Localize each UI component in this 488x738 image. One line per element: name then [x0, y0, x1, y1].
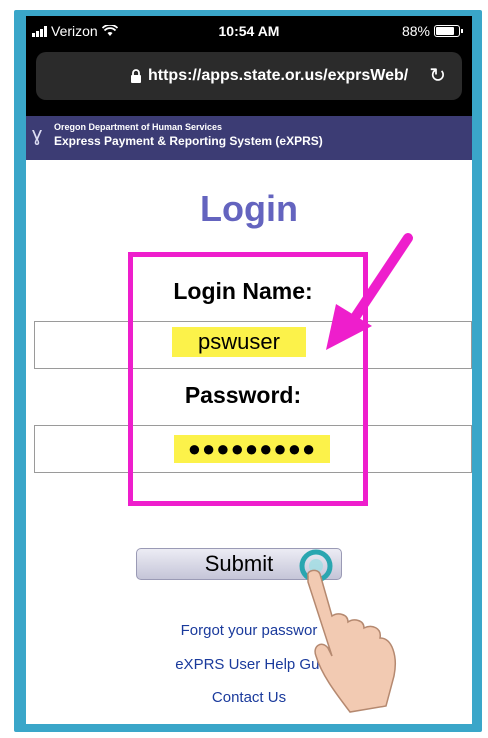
status-bar: Verizon 10:54 AM 88%	[26, 16, 472, 46]
status-right: 88%	[401, 23, 463, 39]
submit-label: Submit	[204, 551, 274, 576]
url-display[interactable]: https://apps.state.or.us/exprsWeb/	[130, 67, 408, 85]
contact-us-link[interactable]: Contact Us	[26, 689, 472, 706]
battery-fill	[436, 27, 455, 35]
password-value: ●●●●●●●●●	[174, 435, 330, 463]
submit-button[interactable]: Submit	[136, 548, 342, 580]
help-guide-link[interactable]: eXPRS User Help Gui	[26, 656, 472, 673]
department-name: Oregon Department of Human Services	[54, 122, 223, 132]
password-label: Password:	[184, 382, 302, 408]
login-name-label: Login Name:	[173, 278, 313, 304]
page-title: Login	[200, 188, 298, 229]
battery-icon	[434, 25, 463, 37]
address-bar[interactable]: https://apps.state.or.us/exprsWeb/ ↻	[36, 52, 462, 100]
reload-icon[interactable]: ↻	[429, 63, 446, 88]
phone-screen: Verizon 10:54 AM 88% https://apps.state.…	[26, 16, 472, 724]
battery-percent: 88%	[401, 23, 430, 39]
forgot-password-link[interactable]: Forgot your passwor	[26, 622, 472, 639]
site-banner: ɣ Oregon Department of Human Services Ex…	[26, 116, 472, 160]
browser-bar: https://apps.state.or.us/exprsWeb/ ↻	[26, 46, 472, 116]
oregon-logo-icon: ɣ	[32, 124, 43, 146]
url-text: https://apps.state.or.us/exprsWeb/	[148, 67, 409, 84]
login-name-value: pswuser	[172, 327, 306, 357]
lock-icon	[131, 69, 141, 83]
system-name: Express Payment & Reporting System (eXPR…	[54, 134, 323, 148]
